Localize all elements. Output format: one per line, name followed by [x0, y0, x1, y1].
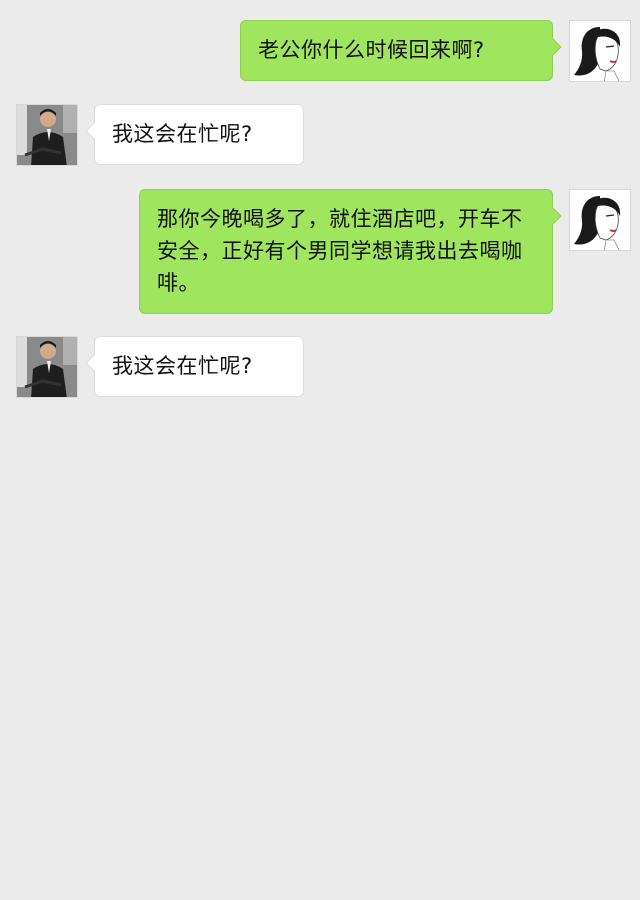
message-text: 老公你什么时候回来啊? [258, 38, 485, 62]
message-text: 我这会在忙呢? [112, 122, 253, 146]
woman-avatar-icon[interactable] [569, 189, 631, 251]
incoming-message-bubble[interactable]: 我这会在忙呢? [85, 104, 304, 165]
bubble-tail [544, 38, 562, 56]
man-avatar-icon[interactable] [16, 104, 78, 166]
bubble-tail [85, 354, 103, 372]
chat-window: 老公你什么时候回来啊? 我这会在忙呢? 那你今晚喝多了，就住酒店吧，开车不安全，… [0, 0, 640, 900]
incoming-message-bubble[interactable]: 我这会在忙呢? [85, 336, 304, 397]
outgoing-message-bubble[interactable]: 老公你什么时候回来啊? [240, 20, 562, 81]
bubble-tail [85, 122, 103, 140]
message-text: 那你今晚喝多了，就住酒店吧，开车不安全，正好有个男同学想请我出去喝咖啡。 [157, 207, 523, 295]
man-avatar-icon[interactable] [16, 336, 78, 398]
message-text: 我这会在忙呢? [112, 354, 253, 378]
bubble-tail [544, 207, 562, 225]
outgoing-message-bubble[interactable]: 那你今晚喝多了，就住酒店吧，开车不安全，正好有个男同学想请我出去喝咖啡。 [139, 189, 562, 314]
woman-avatar-icon[interactable] [569, 20, 631, 82]
